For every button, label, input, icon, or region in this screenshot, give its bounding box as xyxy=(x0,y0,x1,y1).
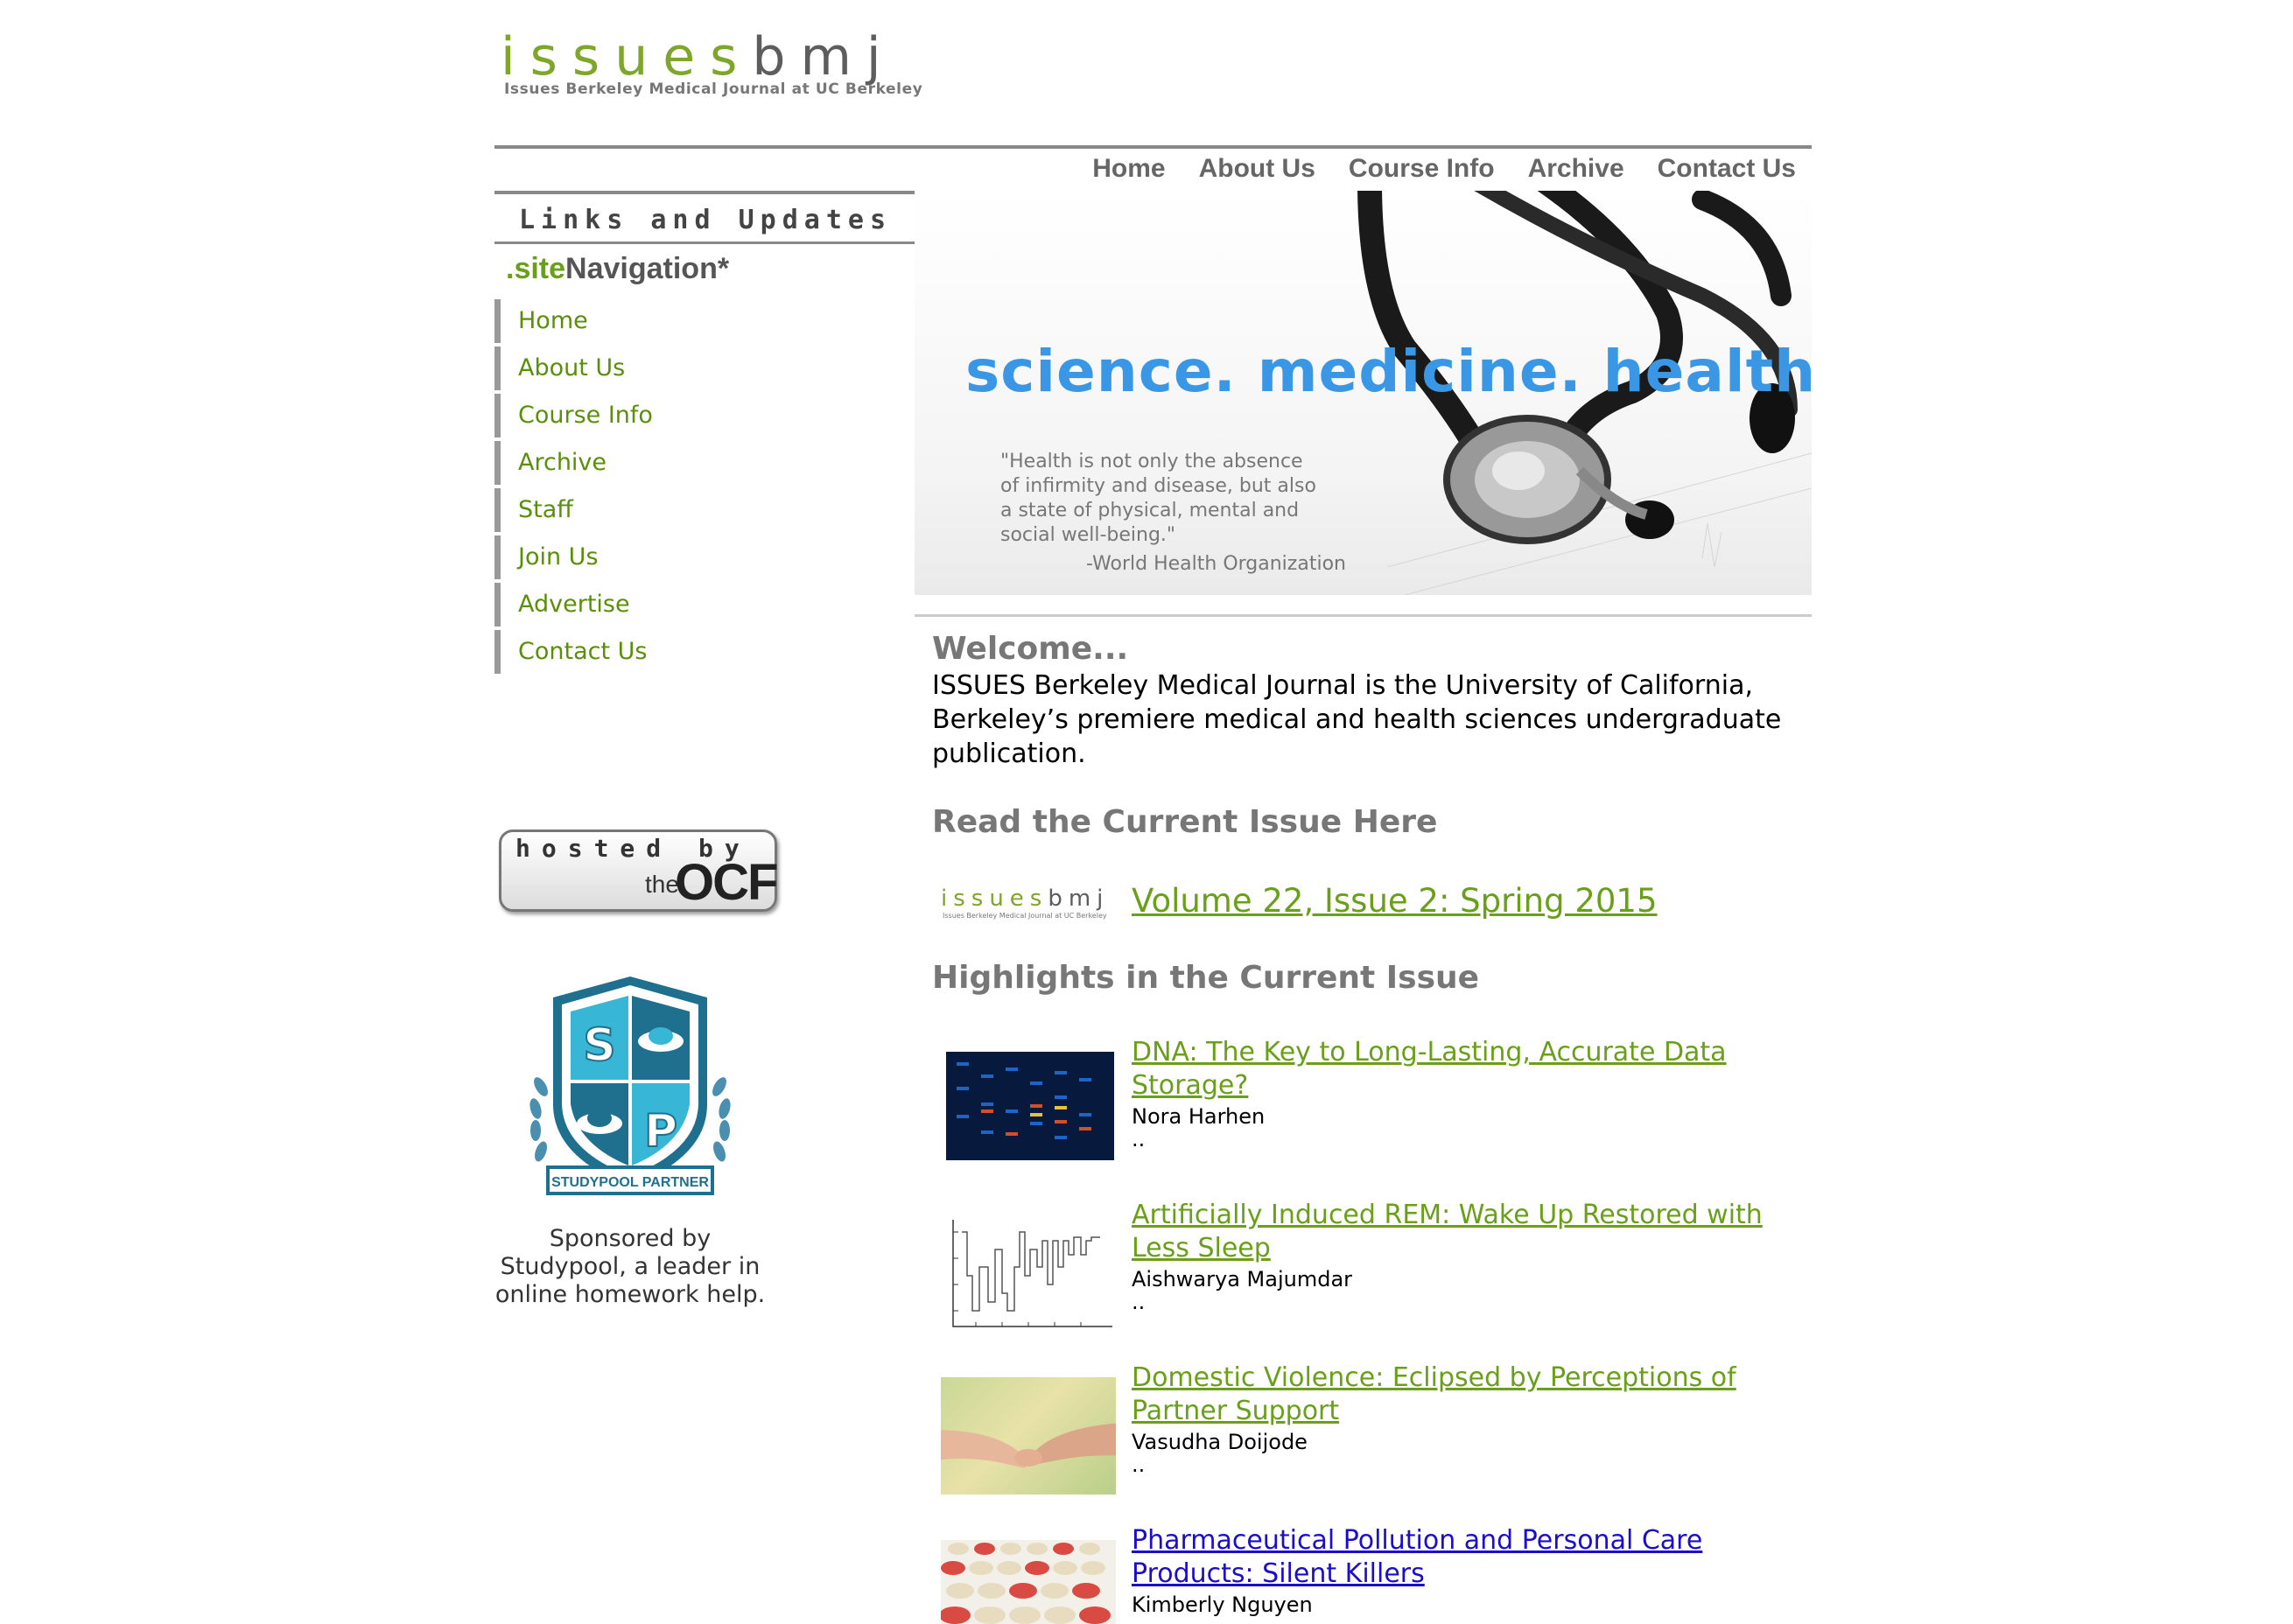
article-author: Aishwarya Majumdar xyxy=(1132,1267,1353,1292)
mini-logo-word-bmj: bmj xyxy=(1048,886,1110,912)
mini-logo-word-issues: issues xyxy=(941,886,1048,912)
shield-letter-p: P xyxy=(644,1105,677,1158)
article-thumbnail[interactable] xyxy=(941,1214,1116,1332)
article-title-link[interactable]: Artificially Induced REM: Wake Up Restor… xyxy=(1132,1199,1797,1265)
dna-gel-thumbnail-icon xyxy=(957,1062,1091,1139)
sidebar-item-join-us[interactable]: Join Us xyxy=(494,536,916,579)
top-nav-archive[interactable]: Archive xyxy=(1528,154,1624,184)
top-nav-home[interactable]: Home xyxy=(1092,154,1165,184)
current-issue-row: issuesbmj Issues Berkeley Medical Journa… xyxy=(941,878,1799,928)
shield-letter-s: S xyxy=(583,1019,615,1072)
quote-line: of infirmity and disease, but also xyxy=(1000,475,1316,497)
current-issue-logo[interactable]: issuesbmj Issues Berkeley Medical Journa… xyxy=(941,886,1116,920)
article-item: Pharmaceutical Pollution and Personal Ca… xyxy=(941,1524,1807,1624)
top-nav-course-info[interactable]: Course Info xyxy=(1349,154,1495,184)
welcome-heading: Welcome... xyxy=(932,631,1129,667)
sidebar-item-staff[interactable]: Staff xyxy=(494,488,916,532)
article-item: DNA: The Key to Long-Lasting, Accurate D… xyxy=(941,1036,1807,1185)
top-navigation: Home About Us Course Info Archive Contac… xyxy=(494,145,1812,194)
ocf-hosted-badge[interactable]: hosted by the OCF xyxy=(499,830,778,912)
current-issue-heading: Read the Current Issue Here xyxy=(932,804,1438,840)
banner-quote: "Health is not only the absence of infir… xyxy=(1000,450,1316,548)
highlights-heading: Highlights in the Current Issue xyxy=(932,960,1480,996)
mini-logo-wordmark: issuesbmj xyxy=(941,886,1109,912)
sponsor-text: Sponsored by Studypool, a leader in onli… xyxy=(494,1225,766,1308)
article-title-link[interactable]: DNA: The Key to Long-Lasting, Accurate D… xyxy=(1132,1036,1797,1102)
quote-line: social well-being." xyxy=(1000,524,1176,546)
sidebar-menu: Home About Us Course Info Archive Staff … xyxy=(494,299,916,677)
article-title-link[interactable]: Pharmaceutical Pollution and Personal Ca… xyxy=(1132,1524,1797,1591)
current-issue-link[interactable]: Volume 22, Issue 2: Spring 2015 xyxy=(1132,878,1658,924)
banner-tagline: science. medicine. health. xyxy=(965,338,1812,405)
sidebar-item-about-us[interactable]: About Us xyxy=(494,346,916,390)
sidebar-item-archive[interactable]: Archive xyxy=(494,441,916,485)
hero-banner: science. medicine. health. "Health is no… xyxy=(915,191,1812,595)
article-title-link[interactable]: Domestic Violence: Eclipsed by Perceptio… xyxy=(1132,1362,1797,1428)
quote-line: a state of physical, mental and xyxy=(1000,500,1300,522)
site-logo[interactable]: issuesbmj Issues Berkeley Medical Journa… xyxy=(501,26,956,105)
pills-thumbnail-icon xyxy=(941,1543,1111,1624)
logo-word-issues: issues xyxy=(501,26,753,88)
banner-divider xyxy=(915,614,1812,617)
article-item: Domestic Violence: Eclipsed by Perceptio… xyxy=(941,1362,1807,1510)
quote-line: "Health is not only the absence xyxy=(1000,451,1303,472)
article-item: Artificially Induced REM: Wake Up Restor… xyxy=(941,1199,1807,1348)
ocf-logo-text: OCF xyxy=(675,854,778,911)
sidebar-item-home[interactable]: Home xyxy=(494,299,916,343)
top-nav-list: Home About Us Course Info Archive Contac… xyxy=(1059,154,1796,184)
sleep-graph-thumbnail-icon xyxy=(952,1220,1112,1327)
sidebar-item-contact-us[interactable]: Contact Us xyxy=(494,630,916,674)
sidebar-item-advertise[interactable]: Advertise xyxy=(494,583,916,626)
sidebar-item-course-info[interactable]: Course Info xyxy=(494,394,916,438)
studypool-partner-label: STUDYPOOL PARTNER xyxy=(551,1175,709,1190)
article-excerpt: .. xyxy=(1132,1452,1146,1477)
studypool-shield-icon[interactable]: S P STUDYPOOL PARTNER xyxy=(522,973,739,1209)
main-content: Welcome... ISSUES Berkeley Medical Journ… xyxy=(932,630,1807,771)
article-author: Nora Harhen xyxy=(1132,1104,1266,1129)
article-thumbnail[interactable] xyxy=(941,1377,1116,1494)
welcome-text: ISSUES Berkeley Medical Journal is the U… xyxy=(932,670,1782,769)
article-thumbnail[interactable] xyxy=(946,1052,1114,1160)
logo-wordmark: issuesbmj xyxy=(501,26,896,88)
quote-attribution: -World Health Organization xyxy=(1086,553,1346,575)
sidebar-title: Links and Updates xyxy=(494,200,916,244)
site-navigation-heading: .siteNavigation* xyxy=(506,252,729,286)
article-thumbnail[interactable] xyxy=(941,1540,1116,1624)
article-author: Vasudha Doijode xyxy=(1132,1430,1308,1454)
logo-word-bmj: bmj xyxy=(752,26,896,88)
article-author: Kimberly Nguyen xyxy=(1132,1592,1313,1617)
article-excerpt: .. xyxy=(1132,1290,1146,1314)
site-nav-prefix: .site xyxy=(506,252,566,285)
holding-hands-thumbnail-icon xyxy=(941,1423,1116,1468)
page: issuesbmj Issues Berkeley Medical Journa… xyxy=(0,0,2293,1624)
site-nav-label: Navigation* xyxy=(565,252,730,285)
logo-subtitle: Issues Berkeley Medical Journal at UC Be… xyxy=(504,80,923,98)
top-nav-contact-us[interactable]: Contact Us xyxy=(1658,154,1796,184)
article-excerpt: .. xyxy=(1132,1127,1146,1152)
mini-logo-subtitle: Issues Berkeley Medical Journal at UC Be… xyxy=(943,912,1107,920)
top-nav-about-us[interactable]: About Us xyxy=(1199,154,1315,184)
